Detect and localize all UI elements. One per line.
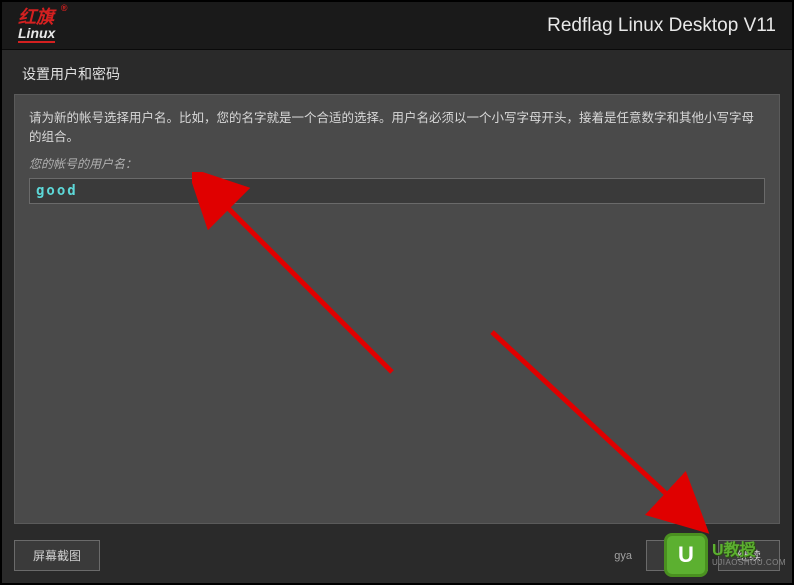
- header: 红旗 Linux Redflag Linux Desktop V11: [2, 2, 792, 50]
- help-text: gya: [614, 550, 632, 562]
- instruction-text: 请为新的帐号选择用户名。比如，您的名字就是一个合适的选择。用户名必须以一个小写字…: [29, 109, 765, 147]
- watermark: U教授 UJIAOSHOU.COM: [664, 533, 786, 577]
- watermark-brand: U教授: [712, 542, 786, 560]
- watermark-url: UJIAOSHOU.COM: [712, 559, 786, 568]
- watermark-text: U教授 UJIAOSHOU.COM: [712, 542, 786, 568]
- watermark-icon: [664, 533, 708, 577]
- header-title: Redflag Linux Desktop V11: [547, 15, 776, 37]
- username-input[interactable]: [29, 178, 765, 204]
- logo: 红旗 Linux: [18, 8, 55, 43]
- username-label: 您的帐号的用户名：: [29, 155, 765, 172]
- logo-en-text: Linux: [18, 26, 55, 43]
- screenshot-button[interactable]: 屏幕截图: [14, 540, 100, 571]
- logo-cn-text: 红旗: [18, 8, 55, 26]
- content-panel: 请为新的帐号选择用户名。比如，您的名字就是一个合适的选择。用户名必须以一个小写字…: [14, 94, 780, 524]
- section-title: 设置用户和密码: [2, 50, 792, 94]
